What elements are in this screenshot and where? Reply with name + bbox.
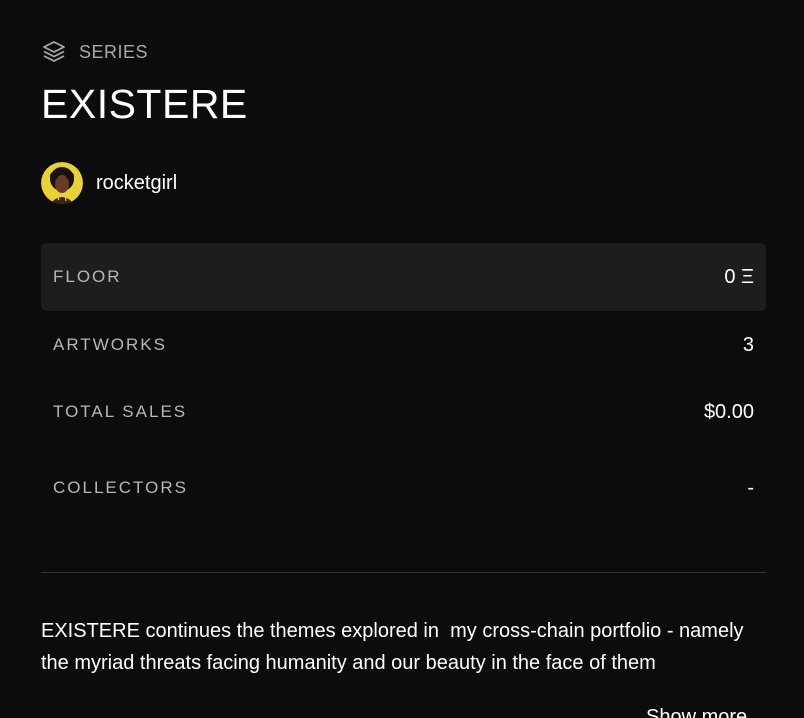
stat-row-collectors: COLLECTORS - [41,445,766,531]
stat-label: COLLECTORS [53,478,188,497]
series-panel: SERIES EXISTERE rocketgirl FLOOR 0 Ξ ART… [41,0,766,718]
stat-value: $0.00 [703,400,754,423]
series-label: SERIES [79,41,149,62]
artist-name[interactable]: rocketgirl [96,172,177,195]
page-title: EXISTERE [41,81,248,127]
stat-row-total-sales: TOTAL SALES $0.00 [41,379,766,445]
show-more-link[interactable]: Show more [646,706,747,718]
stat-value: 0 Ξ [724,265,754,288]
artist-link[interactable]: rocketgirl [41,162,177,204]
stat-value: - [747,476,754,499]
stat-label: FLOOR [53,267,122,286]
stat-label: ARTWORKS [53,335,167,354]
stat-value: 3 [742,333,754,356]
stats-list: FLOOR 0 Ξ ARTWORKS 3 TOTAL SALES $0.00 C… [41,243,766,531]
series-header: SERIES [41,39,148,65]
layers-icon [41,39,67,65]
stat-label: TOTAL SALES [53,402,188,421]
divider [41,572,766,573]
series-description: EXISTERE continues the themes explored i… [41,620,750,674]
stat-row-floor: FLOOR 0 Ξ [41,243,766,311]
stat-row-artworks: ARTWORKS 3 [41,311,766,379]
avatar[interactable] [41,162,83,204]
